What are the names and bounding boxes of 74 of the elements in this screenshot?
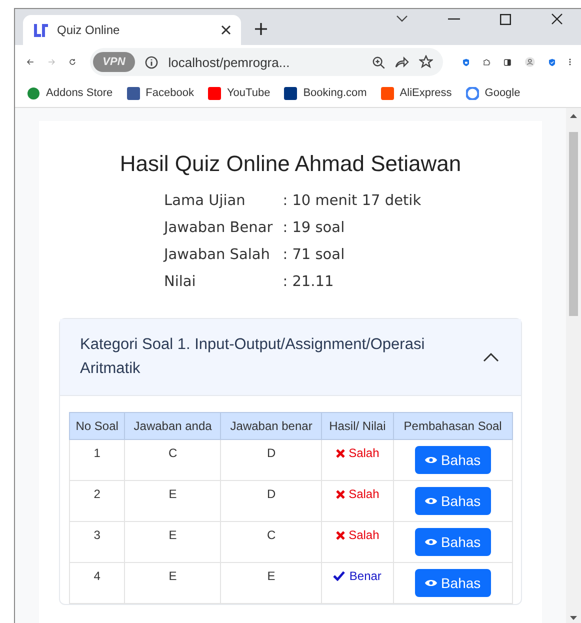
- column-header: Jawaban anda: [124, 412, 221, 440]
- bookmark-item[interactable]: YouTube: [208, 86, 270, 100]
- bookmark-item[interactable]: AliExpress: [380, 86, 452, 100]
- accordion-header[interactable]: Kategori Soal 1. Input-Output/Assignment/Operasi Aritmatik: [60, 319, 521, 396]
- close-icon[interactable]: [551, 13, 563, 25]
- scroll-down-icon[interactable]: [570, 616, 577, 620]
- bookmark-item[interactable]: Addons Store: [27, 86, 113, 100]
- table-cell: 1: [70, 440, 125, 480]
- table-cell: 4: [70, 562, 125, 604]
- address-bar[interactable]: VPN localhost/pemrogra...: [90, 48, 443, 76]
- chevron-icon[interactable]: [483, 352, 499, 362]
- scroll-up-icon[interactable]: [570, 114, 577, 118]
- bookmark-icon: [27, 86, 40, 100]
- info-icon[interactable]: [145, 56, 158, 68]
- close-icon[interactable]: [221, 25, 231, 35]
- summary-value: : 71 soal: [282, 247, 346, 263]
- table-cell: E: [124, 480, 221, 522]
- summary-label: Nilai: [164, 274, 197, 290]
- chevron-down-icon[interactable]: [396, 15, 408, 23]
- maximize-icon[interactable]: [500, 14, 511, 24]
- bookmark-item[interactable]: Booking.com: [284, 86, 367, 100]
- cross-icon: [336, 448, 345, 458]
- zoom-icon[interactable]: [372, 56, 385, 68]
- summary-label: Jawaban Benar: [164, 220, 273, 236]
- page-title: Hasil Quiz Online Ahmad Setiawan: [118, 151, 462, 177]
- browser-tab[interactable]: Quiz Online: [23, 15, 241, 45]
- bookmark-item[interactable]: Facebook: [126, 86, 194, 100]
- table-cell: 2: [70, 480, 125, 522]
- table-cell: 3: [70, 522, 125, 562]
- minimize-icon[interactable]: [448, 18, 460, 20]
- bookmark-item[interactable]: Google: [466, 86, 520, 100]
- table-cell: E: [220, 562, 322, 604]
- eye-icon: [424, 497, 437, 505]
- table-cell: C: [124, 440, 221, 480]
- eye-icon: [424, 579, 437, 587]
- table-cell: D: [220, 480, 322, 522]
- table-cell: E: [124, 562, 221, 604]
- cross-icon: [336, 530, 345, 540]
- summary-value: : 21.11: [282, 274, 335, 290]
- column-header: No Soal: [70, 412, 125, 440]
- bookmark-icon: [380, 86, 394, 100]
- column-header: Pembahasan Soal: [393, 412, 512, 440]
- column-header: Jawaban benar: [220, 412, 322, 440]
- summary-label: Jawaban Salah: [164, 247, 271, 263]
- scrollbar[interactable]: [566, 108, 581, 623]
- discussion-button[interactable]: Bahas: [414, 446, 491, 474]
- check-icon: [333, 571, 346, 581]
- url-text: localhost/pemrogra...: [168, 54, 291, 70]
- table-cell: E: [124, 522, 221, 562]
- discussion-button[interactable]: Bahas: [414, 569, 491, 597]
- bookmark-icon: [208, 86, 221, 100]
- scroll-thumb[interactable]: [569, 132, 578, 316]
- table-cell: D: [220, 440, 322, 480]
- plus-icon[interactable]: [255, 23, 267, 35]
- result-text: Salah: [336, 528, 380, 542]
- bookmark-icon: [126, 86, 140, 100]
- summary-value: : 10 menit 17 detik: [282, 193, 422, 209]
- cross-icon: [336, 490, 345, 498]
- logo-icon: [33, 22, 49, 38]
- eye-icon: [424, 456, 437, 464]
- summary-label: Lama Ujian: [164, 193, 246, 209]
- result-text: Benar: [333, 569, 382, 583]
- table-cell: C: [220, 522, 322, 562]
- result-text: Salah: [336, 487, 380, 501]
- result-text: Salah: [336, 446, 380, 460]
- star-icon[interactable]: [418, 55, 433, 69]
- eye-icon: [424, 538, 437, 546]
- bookmark-icon: [284, 86, 298, 100]
- summary-value: : 19 soal: [282, 220, 346, 236]
- column-header: Hasil/ Nilai: [322, 412, 394, 440]
- share-icon[interactable]: [394, 56, 409, 68]
- discussion-button[interactable]: Bahas: [414, 528, 491, 556]
- discussion-button[interactable]: Bahas: [414, 487, 491, 515]
- bookmark-icon: [466, 86, 479, 100]
